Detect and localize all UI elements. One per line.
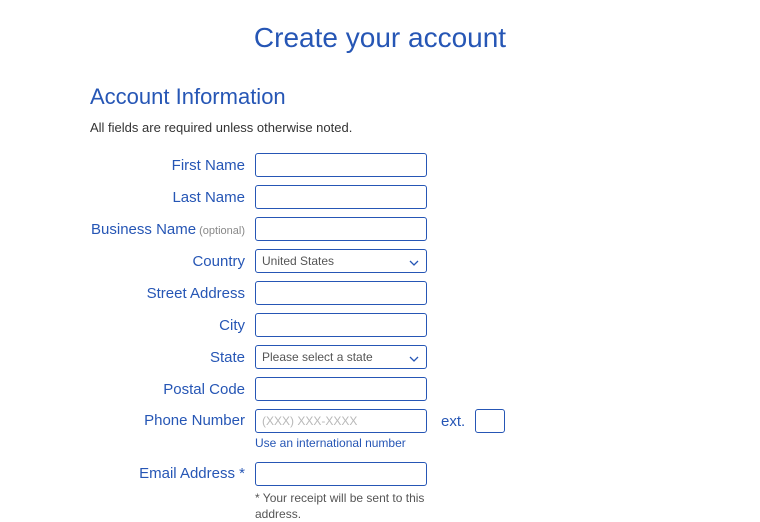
email-address-label: Email Address * <box>90 462 255 482</box>
section-heading: Account Information <box>90 84 670 110</box>
business-name-label: Business Name (optional) <box>90 221 255 238</box>
postal-code-label: Postal Code <box>90 381 255 398</box>
first-name-label: First Name <box>90 157 255 174</box>
phone-ext-field[interactable] <box>475 409 505 433</box>
city-label: City <box>90 317 255 334</box>
email-footnote: * Your receipt will be sent to this addr… <box>255 490 445 522</box>
phone-number-label: Phone Number <box>90 409 255 429</box>
business-name-field[interactable] <box>255 217 427 241</box>
city-field[interactable] <box>255 313 427 337</box>
state-label: State <box>90 349 255 366</box>
first-name-field[interactable] <box>255 153 427 177</box>
last-name-field[interactable] <box>255 185 427 209</box>
intl-phone-link[interactable]: Use an international number <box>255 436 505 450</box>
phone-number-field[interactable] <box>255 409 427 433</box>
state-select[interactable]: Please select a state <box>255 345 427 369</box>
country-select[interactable]: United States <box>255 249 427 273</box>
page-title: Create your account <box>90 22 670 54</box>
street-address-field[interactable] <box>255 281 427 305</box>
required-fields-note: All fields are required unless otherwise… <box>90 120 670 135</box>
last-name-label: Last Name <box>90 189 255 206</box>
business-name-optional: (optional) <box>196 225 245 237</box>
country-label: Country <box>90 253 255 270</box>
email-address-field[interactable] <box>255 462 427 486</box>
business-name-label-text: Business Name <box>91 221 196 238</box>
postal-code-field[interactable] <box>255 377 427 401</box>
street-address-label: Street Address <box>90 285 255 302</box>
ext-label: ext. <box>441 413 465 430</box>
